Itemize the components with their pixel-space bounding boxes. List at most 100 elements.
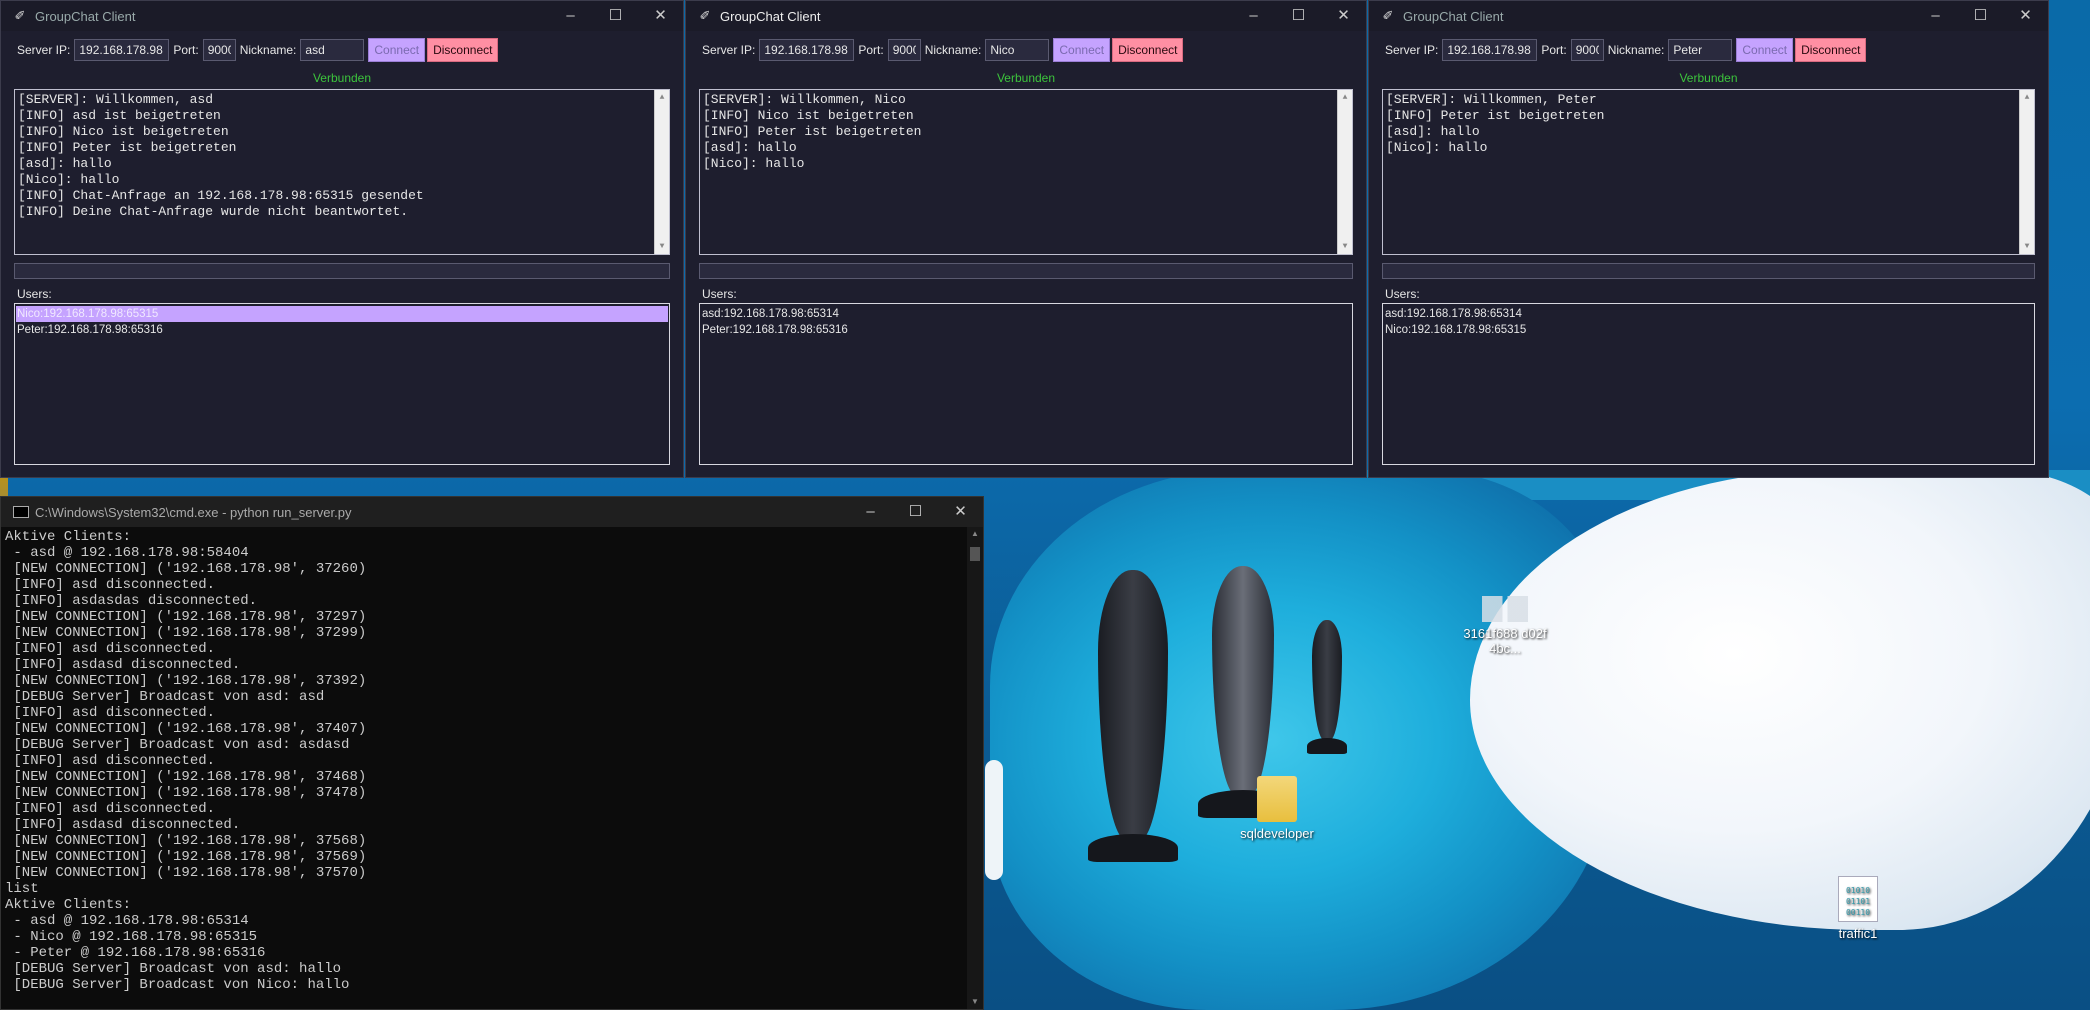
scroll-up-icon[interactable]: ▲ (655, 90, 669, 105)
cmd-scrollbar[interactable]: ▲ ▼ (967, 527, 983, 1009)
message-input[interactable] (1382, 263, 2035, 279)
chat-log[interactable]: [SERVER]: Willkommen, Peter [INFO] Peter … (1382, 89, 2035, 255)
cmd-output-line: [INFO] asdasdas disconnected. (5, 593, 258, 609)
minimize-icon[interactable]: – (1231, 1, 1276, 31)
nickname-input[interactable] (985, 39, 1050, 61)
connect-button[interactable]: Connect (368, 38, 426, 62)
users-label: Users: (17, 287, 52, 301)
scroll-down-icon[interactable]: ▼ (655, 239, 669, 254)
close-icon[interactable]: ✕ (638, 1, 683, 31)
users-list[interactable]: Nico:192.168.178.98:65315 Peter:192.168.1… (14, 303, 670, 465)
groupchat-window[interactable]: ✐ GroupChat Client –☐✕ Server IP: Port: Nickn… (0, 0, 684, 478)
scroll-down-icon[interactable]: ▼ (2020, 239, 2034, 254)
close-icon[interactable]: ✕ (938, 497, 983, 527)
window-titlebar[interactable]: ✐ GroupChat Client – ☐ ✕ (1369, 1, 2048, 31)
cmd-output-line: [DEBUG Server] Broadcast von asd: asd (5, 689, 325, 705)
cmd-titlebar[interactable]: C:\Windows\System32\cmd.exe - python run… (1, 497, 983, 527)
user-list-item[interactable]: Nico:192.168.178.98:65315 (16, 306, 668, 322)
connect-button[interactable]: Connect (1053, 38, 1111, 62)
scroll-up-icon[interactable]: ▲ (967, 527, 983, 541)
minimize-icon[interactable]: – (1913, 1, 1958, 31)
chat-log-scrollbar[interactable]: ▲ ▼ (654, 90, 669, 254)
cmd-output-line: [DEBUG Server] Broadcast von asd: hallo (5, 961, 342, 977)
users-list[interactable]: asd:192.168.178.98:65314 Nico:192.168.178… (1382, 303, 2035, 465)
cmd-output-line: [NEW CONNECTION] ('192.168.178.98', 3729… (5, 625, 367, 641)
user-list-item[interactable]: asd:192.168.178.98:65314 (701, 306, 1351, 322)
chat-log[interactable]: [SERVER]: Willkommen, Nico [INFO] Nico is… (699, 89, 1353, 255)
server-ip-input[interactable] (1442, 39, 1538, 61)
server-ip-input[interactable] (74, 39, 170, 61)
scroll-down-icon[interactable]: ▼ (1338, 239, 1352, 254)
groupchat-window[interactable]: ✐ GroupChat Client –☐✕ Server IP: Port: Nickn… (1368, 0, 2049, 478)
disconnect-button[interactable]: Disconnect (427, 38, 499, 62)
message-input[interactable] (14, 263, 670, 279)
chat-log-line: [INFO] Deine Chat-Anfrage wurde nicht be… (18, 204, 409, 219)
connection-status: Verbunden (1679, 71, 1738, 85)
connection-status: Verbunden (996, 71, 1056, 85)
port-input[interactable] (887, 39, 921, 61)
cmd-output-line: [NEW CONNECTION] ('192.168.178.98', 3740… (5, 721, 367, 737)
maximize-icon[interactable]: ☐ (1276, 1, 1321, 31)
cmd-output-line: [INFO] asd disconnected. (5, 801, 216, 817)
nickname-input[interactable] (1668, 39, 1733, 61)
users-list[interactable]: asd:192.168.178.98:65314 Peter:192.168.17… (699, 303, 1353, 465)
cmd-output[interactable]: Aktive Clients: - asd @ 192.168.178.98:5… (1, 527, 967, 1009)
chat-log-scrollbar[interactable]: ▲ ▼ (2019, 90, 2034, 254)
cmd-window[interactable]: C:\Windows\System32\cmd.exe - python run… (0, 496, 984, 1010)
disconnect-button[interactable]: Disconnect (1112, 38, 1184, 62)
feather-icon: ✐ (1382, 8, 1394, 23)
feather-icon: ✐ (14, 8, 26, 23)
window-title: GroupChat Client (35, 8, 136, 24)
chat-log-line: [SERVER]: Willkommen, asd (18, 92, 214, 107)
scroll-up-icon[interactable]: ▲ (2020, 90, 2034, 105)
cmd-output-line: [DEBUG Server] Broadcast von Nico: hallo (5, 977, 350, 993)
minimize-icon[interactable]: – (848, 497, 893, 527)
desktop-icon-label: sqldeveloper (1240, 826, 1314, 841)
desktop-icon-traffic1[interactable]: 01010 01101 00110 traffic1 (1803, 876, 1913, 941)
maximize-icon[interactable]: ☐ (893, 497, 938, 527)
user-list-item[interactable]: Peter:192.168.178.98:65316 (701, 322, 1351, 338)
minimize-icon[interactable]: – (548, 1, 593, 31)
cmd-output-line: - asd @ 192.168.178.98:58404 (5, 545, 249, 561)
desktop-icon-image-file[interactable]: 3161f688 d02f 4bc... (1450, 596, 1560, 656)
window-titlebar[interactable]: ✐ GroupChat Client – ☐ ✕ (1, 1, 683, 31)
server-ip-label: Server IP: (1385, 43, 1439, 57)
port-input[interactable] (1570, 39, 1604, 61)
port-input[interactable] (202, 39, 236, 61)
nickname-label: Nickname: (1607, 43, 1665, 57)
chat-log-scrollbar[interactable]: ▲ ▼ (1337, 90, 1352, 254)
maximize-icon[interactable]: ☐ (593, 1, 638, 31)
connection-bar: Server IP: Port: Nickname: ConnectDisconnec… (686, 35, 1366, 65)
chat-log-line: [asd]: hallo (18, 156, 112, 171)
cmd-output-line: [INFO] asd disconnected. (5, 705, 216, 721)
scroll-up-icon[interactable]: ▲ (1338, 90, 1352, 105)
close-icon[interactable]: ✕ (2003, 1, 2048, 31)
user-list-item[interactable]: Peter:192.168.178.98:65316 (16, 322, 668, 338)
users-label: Users: (1385, 287, 1420, 301)
server-ip-input[interactable] (759, 39, 855, 61)
connect-button[interactable]: Connect (1736, 38, 1794, 62)
connection-bar: Server IP: Port: Nickname: ConnectDisconnec… (1, 35, 683, 65)
scroll-down-icon[interactable]: ▼ (967, 995, 983, 1009)
close-icon[interactable]: ✕ (1321, 1, 1366, 31)
connection-status: Verbunden (312, 71, 372, 85)
message-input[interactable] (699, 263, 1353, 279)
chat-log[interactable]: [SERVER]: Willkommen, asd [INFO] asd ist … (14, 89, 670, 255)
chat-log-line: [Nico]: hallo (1386, 140, 1488, 155)
maximize-icon[interactable]: ☐ (1958, 1, 2003, 31)
scrollbar-thumb[interactable] (970, 547, 980, 561)
chat-log-line: [Nico]: hallo (18, 172, 120, 187)
chat-log-line: [INFO] Peter ist beigetreten (18, 140, 237, 155)
window-titlebar[interactable]: ✐ GroupChat Client – ☐ ✕ (686, 1, 1366, 31)
groupchat-window[interactable]: ✐ GroupChat Client –☐✕ Server IP: Port: Nickn… (685, 0, 1367, 478)
user-list-item[interactable]: asd:192.168.178.98:65314 (1384, 306, 2033, 322)
server-ip-label: Server IP: (702, 43, 756, 57)
nickname-input[interactable] (300, 39, 365, 61)
desktop-icon-sqldeveloper[interactable]: sqldeveloper (1222, 776, 1332, 841)
cmd-output-line: [NEW CONNECTION] ('192.168.178.98', 3756… (5, 849, 367, 865)
disconnect-button[interactable]: Disconnect (1795, 38, 1867, 62)
cmd-output-line: [INFO] asd disconnected. (5, 641, 216, 657)
cmd-output-line: Aktive Clients: (5, 897, 132, 913)
user-list-item[interactable]: Nico:192.168.178.98:65315 (1384, 322, 2033, 338)
chat-log-line: [asd]: hallo (1386, 124, 1480, 139)
